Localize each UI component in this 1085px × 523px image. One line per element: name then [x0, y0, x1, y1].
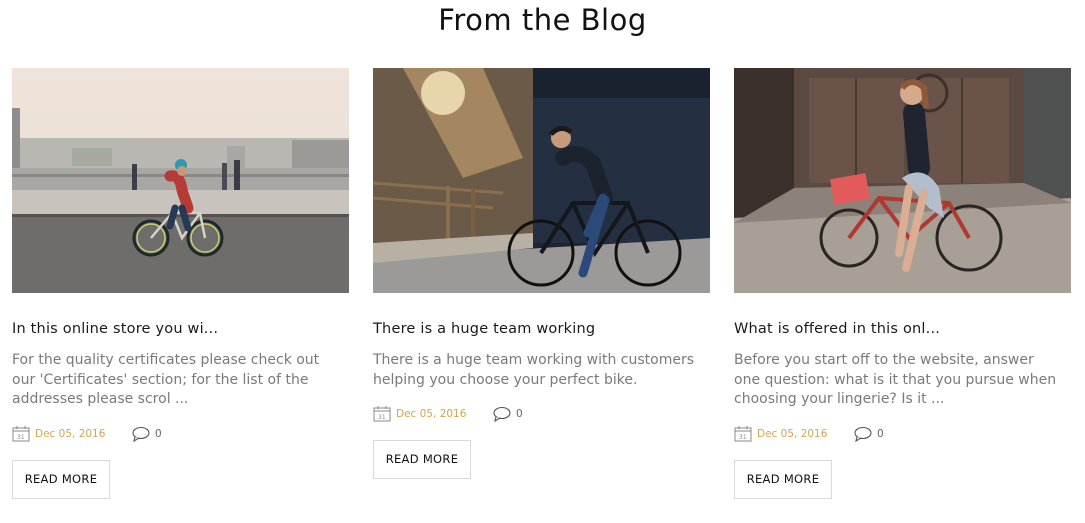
comment-bubble-icon	[854, 426, 872, 442]
svg-text:31: 31	[17, 434, 25, 441]
comment-bubble-icon	[493, 406, 511, 423]
post-excerpt: Before you start off to the website, ans…	[734, 352, 1057, 407]
comment-count: 0	[155, 427, 162, 440]
post-title[interactable]: What is offered in this onl...	[734, 319, 1071, 339]
post-excerpt: For the quality certificates please chec…	[12, 352, 320, 407]
comments-link[interactable]: 0	[132, 426, 162, 442]
read-more-button[interactable]: READ MORE	[12, 459, 110, 499]
calendar-icon: 31	[373, 406, 391, 422]
calendar-icon: 31	[734, 425, 752, 442]
calendar-icon: 31	[12, 425, 30, 442]
post-image-link[interactable]	[373, 68, 710, 293]
comment-count: 0	[516, 408, 523, 420]
post-date: Dec 05, 2016	[35, 427, 106, 440]
comment-bubble-icon	[132, 426, 150, 442]
comments-link[interactable]: 0	[854, 426, 884, 442]
post-excerpt: There is a huge team working with custom…	[373, 352, 695, 388]
post-date: Dec 05, 2016	[757, 427, 828, 440]
post-date: Dec 05, 2016	[396, 408, 467, 420]
post-title[interactable]: There is a huge team working	[373, 319, 710, 339]
post-image-link[interactable]	[734, 68, 1071, 293]
blog-card: What is offered in this onl... Before yo…	[734, 68, 1071, 499]
post-image	[734, 68, 1071, 293]
post-title[interactable]: In this online store you wi...	[12, 319, 349, 339]
post-image	[12, 68, 349, 293]
post-meta: 31 Dec 05, 2016 0	[734, 424, 1071, 444]
post-image-link[interactable]	[12, 68, 349, 293]
post-meta: 31 Dec 05, 2016 0	[12, 424, 349, 444]
blog-card: There is a huge team working There is a …	[373, 68, 710, 479]
read-more-button[interactable]: READ MORE	[373, 440, 471, 479]
post-meta: 31 Dec 05, 2016 0	[373, 404, 710, 424]
svg-text:31: 31	[378, 414, 386, 421]
comments-link[interactable]: 0	[493, 406, 523, 423]
comment-count: 0	[877, 427, 884, 440]
post-image	[373, 68, 710, 293]
section-title: From the Blog	[438, 3, 647, 37]
svg-text:31: 31	[739, 434, 747, 441]
blog-card: In this online store you wi... For the q…	[12, 68, 349, 499]
read-more-button[interactable]: READ MORE	[734, 459, 832, 499]
